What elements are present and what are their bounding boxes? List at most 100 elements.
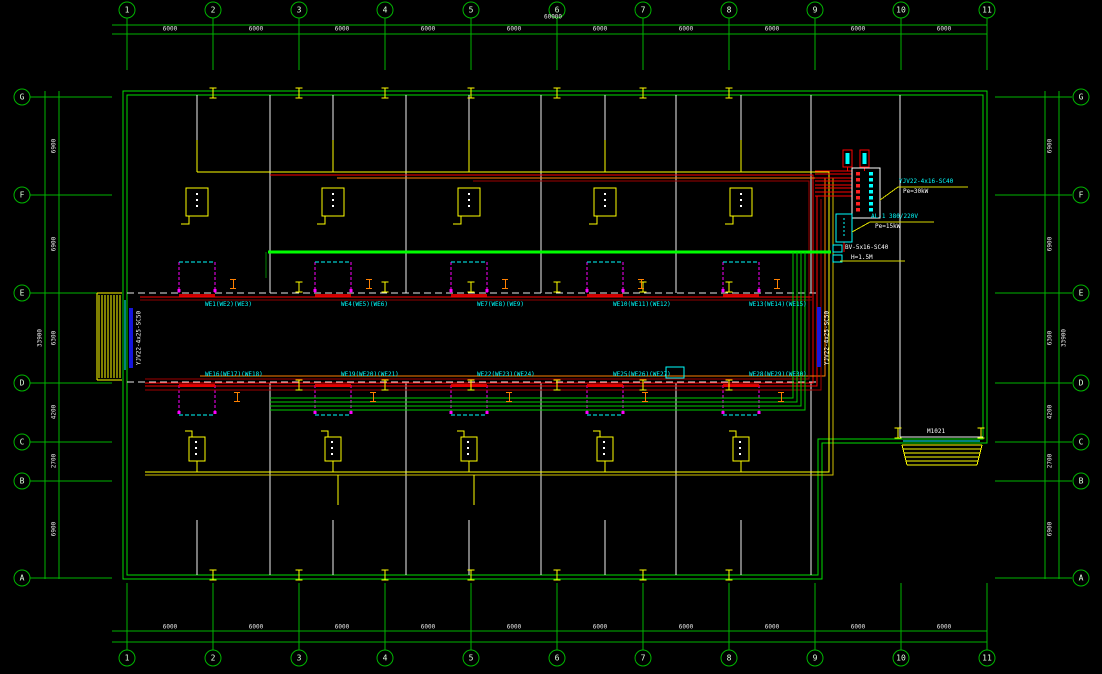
dimension-text-vertical: 4200	[51, 405, 58, 419]
dimension-text-vertical: 6900	[51, 522, 58, 536]
dimension-text: 6000	[249, 624, 263, 631]
dimension-text-vertical: 6900	[1047, 237, 1054, 251]
wire-circuit-label: WE1(WE2)(WE3)	[205, 301, 252, 308]
dimension-text-vertical: 6300	[1047, 331, 1054, 345]
grid-bubble-top: 9	[807, 2, 824, 19]
cad-canvas[interactable]: 1234567891011 1234567891011 GFEDCBA GFED…	[0, 0, 1102, 674]
fixture-tick-icon	[640, 88, 647, 99]
overall-dimension-text-vertical: 33900	[1061, 329, 1068, 347]
fixture-tick-icon	[210, 88, 217, 99]
dimension-text-vertical: 6900	[1047, 139, 1054, 153]
grid-bubble-right: A	[1073, 570, 1090, 587]
fixture-tick-icon	[468, 380, 475, 391]
grid-bubble-left: A	[14, 570, 31, 587]
building-outline	[123, 91, 987, 579]
fixture-tick-icon	[978, 428, 985, 439]
riser-bar-right	[817, 307, 821, 367]
dimension-text: 6000	[335, 26, 349, 33]
grid-bubble-left: G	[14, 89, 31, 106]
grid-bubble-right: F	[1073, 187, 1090, 204]
fixture-tick-icon	[554, 88, 561, 99]
grid-bubble-top: 7	[635, 2, 652, 19]
fixture-tick-icon	[382, 88, 389, 99]
grid-bubble-top: 3	[291, 2, 308, 19]
dimension-text: 6000	[679, 26, 693, 33]
grid-bubble-left: E	[14, 285, 31, 302]
overall-dimension-text-vertical: 33900	[37, 329, 44, 347]
grid-bubble-bottom: 4	[377, 650, 394, 667]
junction-tick-icon	[370, 392, 376, 402]
fixture-tick-icon	[382, 380, 389, 391]
fixture-tick-icon	[296, 88, 303, 99]
fixture-tick-icon	[640, 570, 647, 581]
dimension-text: 6000	[851, 624, 865, 631]
equipment-note: Pe=15kW	[875, 223, 900, 230]
fixture-tick-icon	[726, 88, 733, 99]
wire-circuit-label: WE25(WE26)(WE27)	[613, 371, 671, 378]
dimension-text-vertical: 4200	[1047, 405, 1054, 419]
entrance-steps-left	[97, 293, 122, 380]
junction-tick-icon	[638, 279, 644, 289]
grid-bubble-right: D	[1073, 375, 1090, 392]
fixture-tick-icon	[554, 282, 561, 293]
dimension-text: 6000	[765, 624, 779, 631]
grid-bubble-right: G	[1073, 89, 1090, 106]
dimension-text: 6000	[679, 624, 693, 631]
wire-circuit-label: WE16(WE17)(WE18)	[205, 371, 263, 378]
junction-tick-icon	[502, 279, 508, 289]
grid-bubble-bottom: 3	[291, 650, 308, 667]
grid-bubble-bottom: 7	[635, 650, 652, 667]
grid-bubble-bottom: 9	[807, 650, 824, 667]
fixture-tick-icon	[554, 380, 561, 391]
dimension-text: 6000	[507, 624, 521, 631]
grid-bubble-left: F	[14, 187, 31, 204]
entrance-steps-right	[902, 445, 982, 465]
box-glyphs	[195, 193, 742, 455]
grid-bubble-bottom: 1	[119, 650, 136, 667]
fixture-tick-icon	[296, 380, 303, 391]
riser-bar-left	[129, 308, 133, 368]
fixture-tick-icon	[726, 570, 733, 581]
grid-bubble-top: 8	[721, 2, 738, 19]
grid-bubble-bottom: 11	[979, 650, 996, 667]
fixture-tick-icon	[726, 282, 733, 293]
dimension-text: 6000	[851, 26, 865, 33]
fixture-tick-icon	[726, 380, 733, 391]
grid-bubble-top: 11	[979, 2, 996, 19]
dimension-text: 6000	[163, 26, 177, 33]
junction-tick-icon	[230, 279, 236, 289]
dimension-text: 6000	[937, 26, 951, 33]
grid-bubble-right: B	[1073, 473, 1090, 490]
grid-bubble-top: 2	[205, 2, 222, 19]
dimension-text-vertical: 6300	[51, 331, 58, 345]
wire-circuit-label: WE4(WE5)(WE6)	[341, 301, 388, 308]
fixture-tick-icon	[210, 570, 217, 581]
wire-circuit-label: WE13(WE14)(WE15)	[749, 301, 807, 308]
grid-bubble-top: 1	[119, 2, 136, 19]
fixture-tick-icon	[296, 570, 303, 581]
grid-bubble-right: E	[1073, 285, 1090, 302]
fixture-tick-icon	[468, 570, 475, 581]
grid-bubble-bottom: 6	[549, 650, 566, 667]
equipment-note: M1021	[927, 428, 945, 435]
wire-circuit-label: WE7(WE8)(WE9)	[477, 301, 524, 308]
dimension-text: 6000	[163, 624, 177, 631]
plan-linework	[0, 0, 1102, 674]
dimension-text-vertical: 2700	[1047, 454, 1054, 468]
grid-bubble-top: 10	[893, 2, 910, 19]
grid-lines	[30, 18, 1072, 650]
junction-tick-icon	[778, 392, 784, 402]
wire-circuit-label: WE28(WE29)(WE30)	[749, 371, 807, 378]
equipment-note: BV-5x16-SC40	[845, 244, 888, 251]
grid-bubble-bottom: 8	[721, 650, 738, 667]
fixture-tick-icon	[640, 380, 647, 391]
grid-bubble-top: 5	[463, 2, 480, 19]
junction-tick-icon	[366, 279, 372, 289]
equipment-label: AL-1 380/220V	[871, 213, 918, 220]
fixture-tick-icon	[468, 88, 475, 99]
room-boxes-top	[181, 188, 752, 224]
dimension-text: 6000	[593, 26, 607, 33]
dimension-text: 6000	[937, 624, 951, 631]
dimension-text: 6000	[765, 26, 779, 33]
grid-bubble-right: C	[1073, 434, 1090, 451]
